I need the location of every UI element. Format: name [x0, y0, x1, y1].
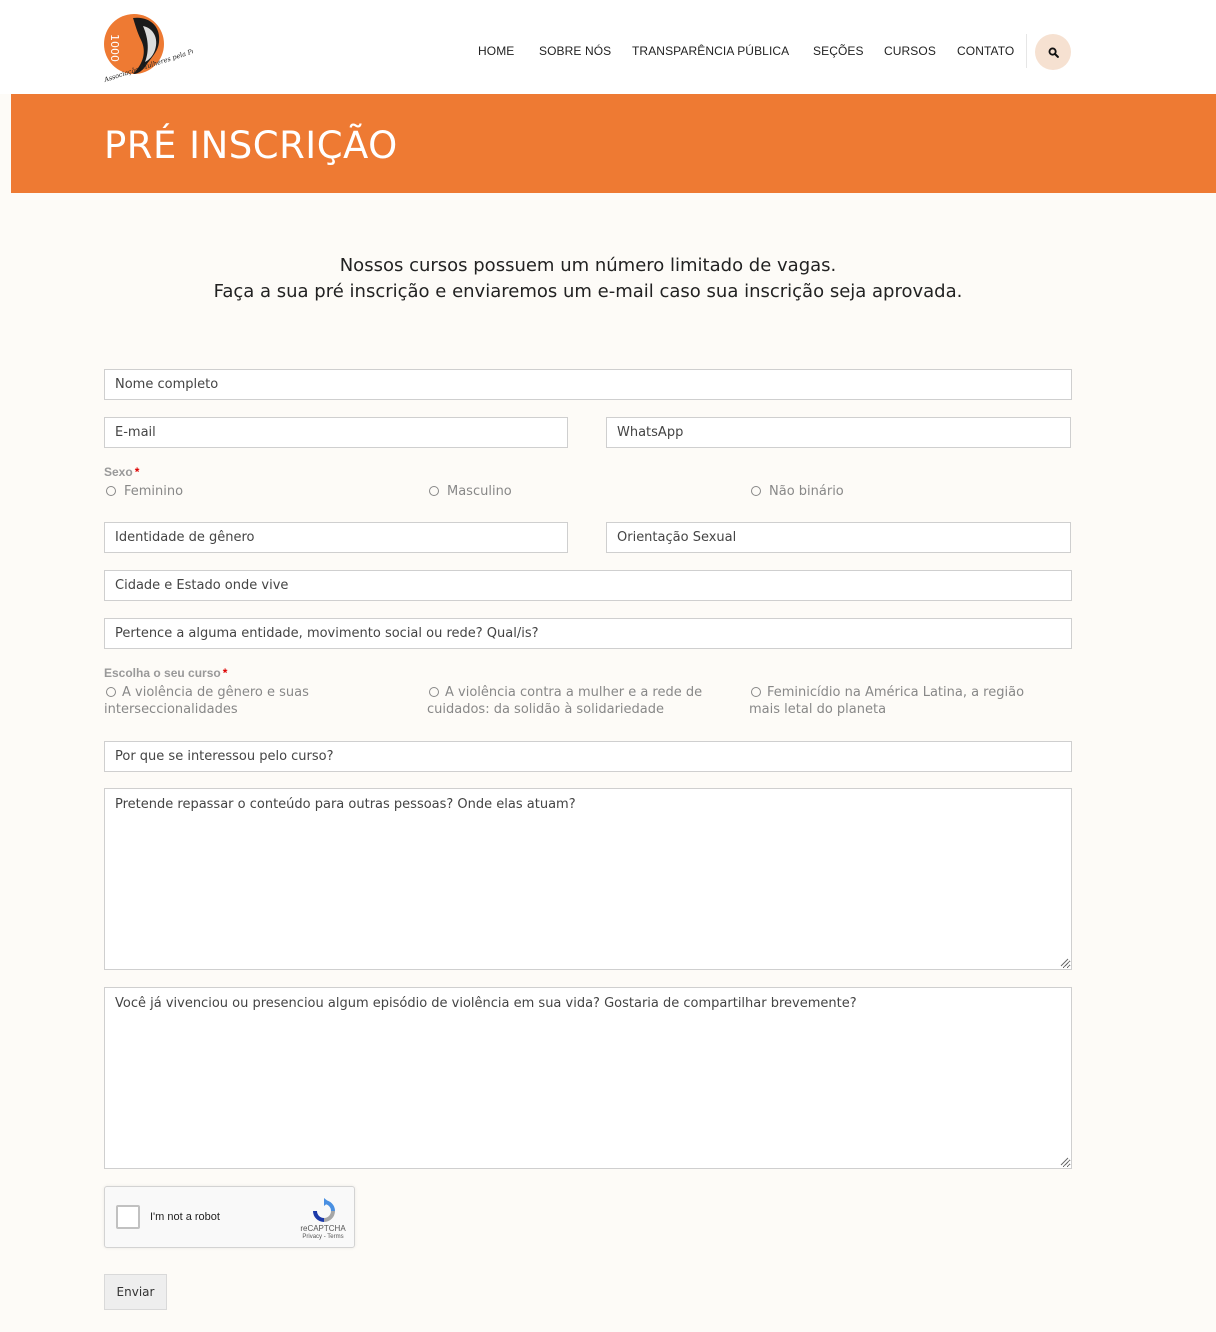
repassar-conteudo-textarea[interactable]: [105, 789, 1071, 969]
nav-contato[interactable]: CONTATO: [957, 44, 1014, 58]
identidade-field-wrapper: [104, 522, 568, 553]
resize-handle-icon[interactable]: [1059, 957, 1069, 967]
whatsapp-input[interactable]: [607, 418, 1070, 447]
radio-circle-icon: [106, 486, 116, 496]
radio-label: A violência contra a mulher e a rede de …: [427, 685, 703, 717]
nav-secoes[interactable]: SEÇÕES: [813, 44, 864, 58]
orientacao-field-wrapper: [606, 522, 1071, 553]
nome-completo-input[interactable]: [105, 370, 1071, 399]
radio-circle-icon: [429, 486, 439, 496]
search-button[interactable]: [1035, 34, 1071, 70]
recaptcha-privacy-terms[interactable]: Privacy - Terms: [294, 1234, 352, 1240]
repassar-field-wrapper: [104, 788, 1072, 970]
radio-curso-2[interactable]: A violência contra a mulher e a rede de …: [427, 684, 723, 718]
radio-sexo-nao-binario[interactable]: Não binário: [749, 483, 844, 500]
recaptcha-widget: I'm not a robot reCAPTCHA Privacy - Term…: [104, 1186, 355, 1248]
page-title: PRÉ INSCRIÇÃO: [104, 124, 398, 167]
interesse-curso-input[interactable]: [105, 742, 1071, 771]
nav-sobre-nos[interactable]: SOBRE NÓS: [539, 44, 611, 58]
radio-circle-icon: [106, 687, 116, 697]
radio-label: A violência de gênero e suas interseccio…: [104, 685, 309, 717]
nav-divider: [1026, 34, 1027, 68]
sexo-label-text: Sexo: [104, 465, 133, 479]
radio-label: Feminino: [124, 484, 184, 499]
intro-line-1: Nossos cursos possuem um número limitado…: [339, 255, 837, 276]
radio-label: Masculino: [447, 484, 512, 499]
violencia-textarea[interactable]: [105, 988, 1071, 1168]
curso-label-text: Escolha o seu curso: [104, 666, 221, 680]
nav-cursos[interactable]: CURSOS: [884, 44, 936, 58]
radio-circle-icon: [751, 687, 761, 697]
intro-text: Nossos cursos possuem um número limitado…: [0, 253, 1176, 305]
interesse-field-wrapper: [104, 741, 1072, 772]
nav-home[interactable]: HOME: [478, 44, 514, 58]
page-banner: PRÉ INSCRIÇÃO: [11, 94, 1216, 193]
resize-handle-icon[interactable]: [1059, 1156, 1069, 1166]
entidade-field-wrapper: [104, 618, 1072, 649]
recaptcha-brand: reCAPTCHA: [300, 1224, 346, 1233]
intro-line-2: Faça a sua pré inscrição e enviaremos um…: [213, 281, 963, 302]
nav-transparencia-publica[interactable]: TRANSPARÊNCIA PÚBLICA: [632, 44, 789, 58]
radio-curso-3[interactable]: Feminicídio na América Latina, a região …: [749, 684, 1049, 718]
cidade-field-wrapper: [104, 570, 1072, 601]
top-header: 1000 Associação Mulheres pela Paz HOME S…: [0, 0, 1216, 94]
radio-curso-1[interactable]: A violência de gênero e suas interseccio…: [104, 684, 344, 718]
radio-circle-icon: [751, 486, 761, 496]
entidade-input[interactable]: [105, 619, 1071, 648]
cidade-estado-input[interactable]: [105, 571, 1071, 600]
recaptcha-logo-icon: [313, 1198, 335, 1222]
email-field-wrapper: [104, 417, 568, 448]
svg-text:1000: 1000: [108, 34, 121, 62]
whatsapp-field-wrapper: [606, 417, 1071, 448]
recaptcha-checkbox[interactable]: [116, 1205, 140, 1229]
radio-circle-icon: [429, 687, 439, 697]
radio-label: Feminicídio na América Latina, a região …: [749, 685, 1025, 717]
enviar-button[interactable]: Enviar: [104, 1274, 167, 1310]
radio-label: Não binário: [769, 484, 844, 499]
nome-field-wrapper: [104, 369, 1072, 400]
sexo-label: Sexo *: [104, 465, 139, 479]
radio-sexo-feminino[interactable]: Feminino: [104, 483, 183, 500]
identidade-genero-input[interactable]: [105, 523, 567, 552]
required-mark: *: [222, 666, 228, 680]
email-input[interactable]: [105, 418, 567, 447]
orientacao-sexual-input[interactable]: [607, 523, 1070, 552]
site-logo[interactable]: 1000 Associação Mulheres pela Paz: [102, 12, 200, 88]
search-icon: [1048, 47, 1059, 58]
required-mark: *: [134, 465, 140, 479]
violencia-field-wrapper: [104, 987, 1072, 1169]
radio-sexo-masculino[interactable]: Masculino: [427, 483, 512, 500]
recaptcha-label: I'm not a robot: [150, 1211, 220, 1223]
curso-label: Escolha o seu curso *: [104, 666, 227, 680]
